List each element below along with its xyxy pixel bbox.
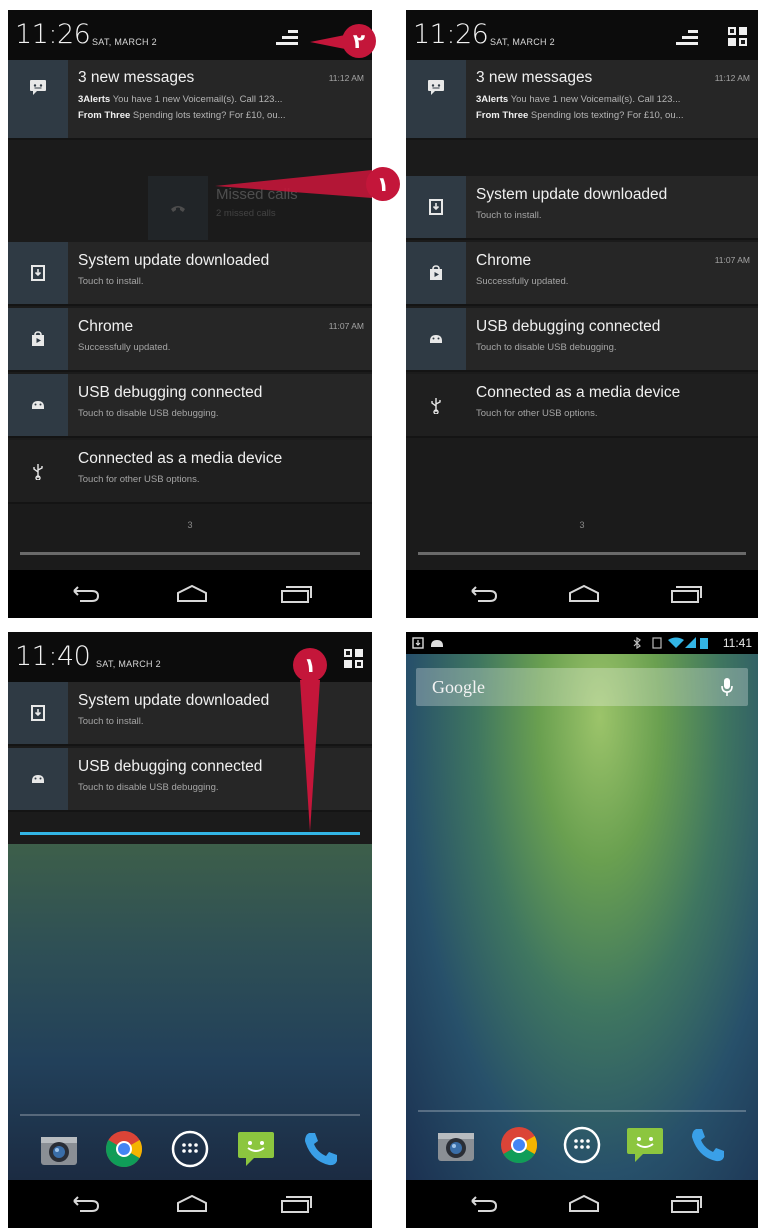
callout-arrow-drag	[300, 680, 320, 832]
callout-badge-swipe: ١	[366, 167, 400, 201]
callout-arrow-swipe	[215, 170, 372, 198]
callout-badge-drag: ١	[293, 648, 327, 682]
callout-badge-clear: ٢	[342, 24, 376, 58]
